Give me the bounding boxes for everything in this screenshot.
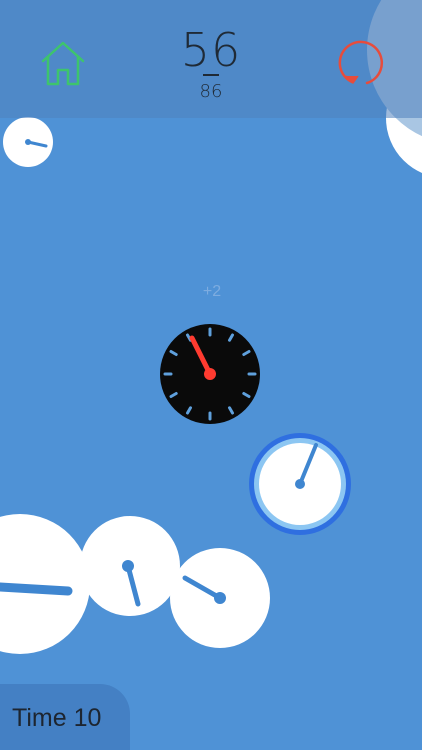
clock-hub xyxy=(204,368,216,380)
restart-button[interactable] xyxy=(334,36,388,90)
middle-clock[interactable] xyxy=(80,516,180,616)
small-clock[interactable] xyxy=(3,117,53,167)
timer-panel: Time 10 xyxy=(0,684,130,750)
large-clock[interactable] xyxy=(0,514,90,654)
restart-icon xyxy=(338,40,384,85)
active-clock[interactable] xyxy=(160,324,260,424)
target-clock[interactable] xyxy=(249,433,351,535)
bonus-points: +2 xyxy=(202,283,222,300)
time-label: Time 10 xyxy=(12,704,102,732)
right-bottom-clock[interactable] xyxy=(170,548,270,648)
